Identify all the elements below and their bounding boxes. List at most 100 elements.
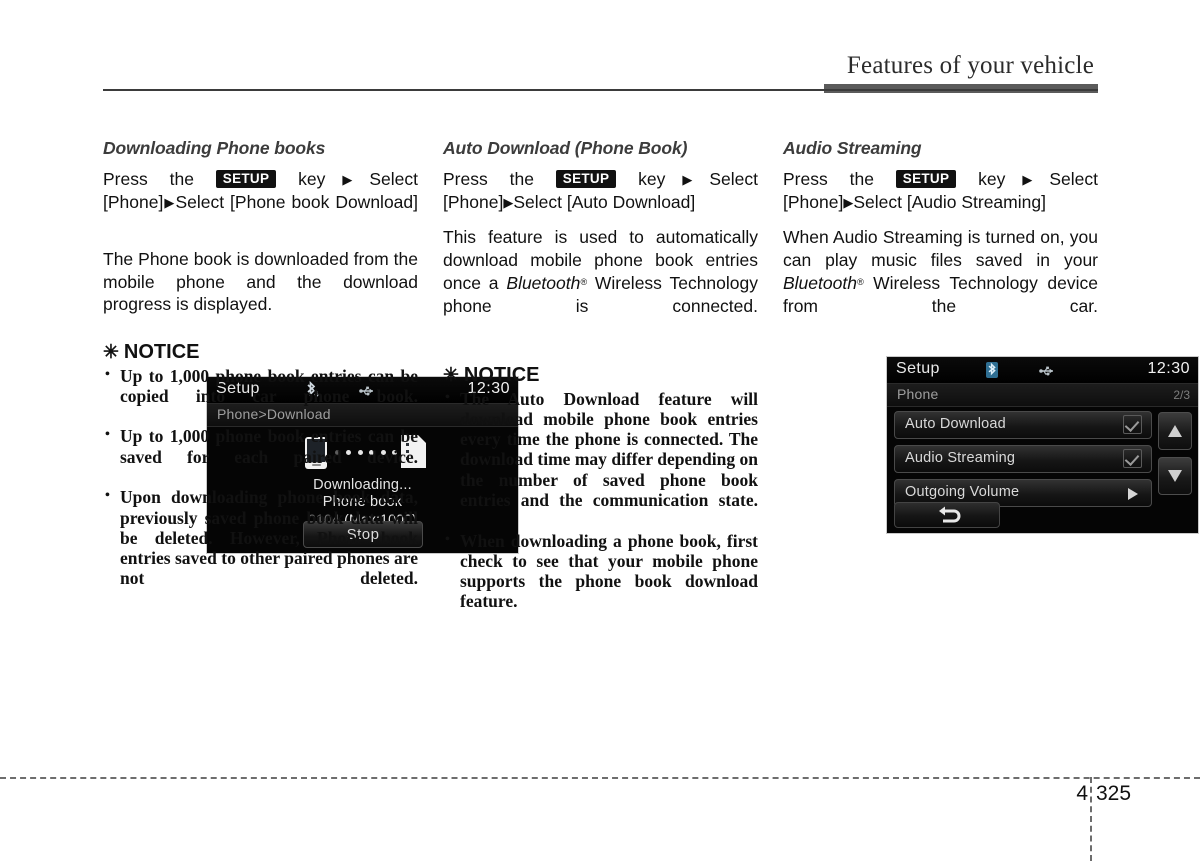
footer-page-number: 325 [1096, 782, 1132, 805]
column-downloading-phone-books: Downloading Phone books Press the SETUP … [103, 138, 519, 610]
paragraph-text-pre: When Audio Streaming is turned on, you c… [783, 227, 1098, 270]
scroll-up-button[interactable] [1158, 412, 1192, 450]
list-item-audio-streaming[interactable]: Audio Streaming [894, 445, 1152, 473]
lcd2-breadcrumb: Phone [897, 386, 939, 402]
notice-item-text: Up to 1,000 phone book entries can be co… [120, 365, 418, 406]
bluetooth-word: Bluetooth [783, 273, 857, 293]
notice-item-text: Up to 1,000 phone book entries can be sa… [120, 426, 418, 467]
list-item-label: Audio Streaming [905, 450, 1016, 466]
notice-item: Upon downloading phone book data, previo… [103, 486, 418, 609]
step-target-2: [Auto Download] [566, 192, 696, 212]
crop-mark-vertical [1090, 777, 1092, 861]
list-item-auto-download[interactable]: Auto Download [894, 411, 1152, 439]
steps-audio-streaming: Press the SETUP key▶Select [Phone]▶Selec… [783, 168, 1098, 214]
page-title: Features of your vehicle [846, 52, 1094, 79]
step-target-2: [Phone book Download] [230, 192, 419, 212]
checkbox-checked-icon[interactable] [1123, 415, 1142, 434]
registered-mark: ® [856, 277, 864, 287]
lcd2-breadcrumb-bar: Phone 2/3 [887, 384, 1198, 407]
step-select-2: Select [513, 192, 562, 212]
notice-star-icon-2: ✳ [443, 364, 459, 386]
notice-item: When downloading a phone book, first che… [443, 530, 758, 632]
paragraph-auto-download: This feature is used to automatically do… [443, 226, 758, 340]
notice-item-text: Upon downloading phone book data, previo… [120, 487, 418, 589]
bluetooth-trademark: Bluetooth® [506, 273, 587, 293]
step-select-1: Select [369, 169, 418, 189]
lcd2-status-bar: Setup 12:30 [887, 357, 1198, 384]
scroll-down-button[interactable] [1158, 457, 1192, 495]
triangle-up-icon [1168, 425, 1182, 437]
lcd2-clock: 12:30 [1147, 360, 1190, 377]
step-key: key [978, 169, 1006, 189]
setup-key-chip[interactable]: SETUP [555, 170, 617, 188]
column-audio-streaming: Audio Streaming Press the SETUP key▶Sele… [783, 138, 1098, 340]
notice-item-text: When downloading a phone book, first che… [460, 530, 758, 612]
bluetooth-icon [985, 361, 999, 384]
step-select-1: Select [709, 169, 758, 189]
notice-star-icon-1: ✳ [103, 341, 119, 363]
lcd-screen-phone-settings-a: Setup 12:30 Phone 2/3 Auto Download Audi… [886, 356, 1199, 534]
step-arrow-icon-2: ▶ [163, 195, 176, 210]
bluetooth-word: Bluetooth [506, 273, 581, 293]
step-target-1: [Phone] [443, 192, 504, 212]
step-target-1: [Phone] [103, 192, 164, 212]
notice-title-2: ✳ NOTICE [443, 364, 758, 387]
step-target-1: [Phone] [783, 192, 844, 212]
arrow-right-icon [1128, 488, 1138, 500]
step-press: Press [443, 169, 488, 189]
notice-list-2: The Auto Download feature will download … [443, 387, 758, 633]
step-select-1: Select [1049, 169, 1098, 189]
lcd2-title: Setup [896, 360, 940, 377]
notice-label-1: NOTICE [123, 340, 200, 363]
paragraph-audio-streaming: When Audio Streaming is turned on, you c… [783, 226, 1098, 340]
step-the: the [509, 169, 534, 189]
registered-mark: ® [580, 277, 587, 287]
step-key: key [638, 169, 666, 189]
notice-item: Up to 1,000 phone book entries can be co… [103, 365, 418, 427]
step-arrow-icon-1: ▶ [665, 172, 710, 187]
lcd2-page-indicator: 2/3 [1173, 388, 1190, 402]
step-arrow-icon-1: ▶ [1005, 172, 1050, 187]
step-press: Press [103, 169, 148, 189]
section-heading-audio-streaming: Audio Streaming [783, 138, 922, 158]
section-heading-auto-download: Auto Download (Phone Book) [443, 138, 688, 158]
step-the: the [169, 169, 194, 189]
step-press: Press [783, 169, 828, 189]
lcd2-settings-list: Auto Download Audio Streaming Outgoing V… [887, 407, 1198, 507]
setup-key-chip[interactable]: SETUP [215, 170, 277, 188]
header-rule-thin [103, 89, 1098, 91]
checkbox-checked-icon[interactable] [1123, 449, 1142, 468]
notice-item-text: The Auto Download feature will download … [460, 388, 758, 510]
crop-mark-horizontal [0, 777, 1200, 779]
step-key: key [298, 169, 326, 189]
notice-block-1: ✳NOTICE Up to 1,000 phone book entries c… [103, 341, 418, 610]
step-arrow-icon-1: ▶ [325, 172, 370, 187]
bluetooth-trademark: Bluetooth® [783, 273, 864, 293]
column-auto-download: Auto Download (Phone Book) Press the SET… [443, 138, 1199, 633]
steps-auto-download: Press the SETUP key▶Select [Phone]▶Selec… [443, 168, 758, 214]
back-arrow-icon [939, 506, 961, 523]
list-item-label: Outgoing Volume [905, 484, 1020, 500]
notice-title-1: ✳ NOTICE [103, 341, 418, 364]
step-select-2: Select [175, 192, 225, 212]
step-the: the [849, 169, 874, 189]
steps-downloading-phone-books: Press the SETUP key▶Select [Phone]▶Selec… [103, 168, 418, 237]
step-arrow-icon-2: ▶ [503, 195, 514, 210]
notice-block-2: ✳NOTICE The Auto Download feature will d… [443, 364, 758, 633]
step-select-2: Select [853, 192, 902, 212]
section-heading-downloading-phone-books: Downloading Phone books [103, 138, 326, 158]
back-button[interactable] [894, 502, 1000, 528]
paragraph-download-progress: The Phone book is downloaded from the mo… [103, 249, 418, 314]
notice-item: The Auto Download feature will download … [443, 387, 758, 531]
setup-key-chip[interactable]: SETUP [895, 170, 957, 188]
triangle-down-icon [1168, 470, 1182, 482]
list-item-label: Auto Download [905, 416, 1006, 432]
page-header: Features of your vehicle [0, 0, 1200, 105]
notice-list-1: Up to 1,000 phone book entries can be co… [103, 365, 418, 610]
step-target-2: [Audio Streaming] [906, 192, 1046, 212]
notice-label-2: NOTICE [463, 363, 540, 386]
usb-icon [1039, 364, 1057, 382]
step-arrow-icon-2: ▶ [843, 195, 854, 210]
footer-chapter-number: 4 [1076, 782, 1088, 805]
notice-item: Up to 1,000 phone book entries can be sa… [103, 425, 418, 487]
